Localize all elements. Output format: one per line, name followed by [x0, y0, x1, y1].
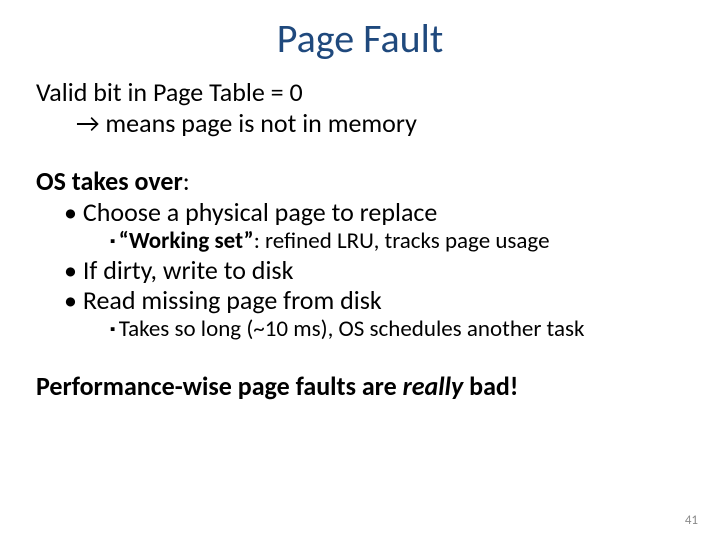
subbullet-list-1: “Working set”: refined LRU, tracks page …	[36, 228, 684, 255]
subbullet-working-set: “Working set”: refined LRU, tracks page …	[110, 228, 684, 255]
perf-really: really	[403, 370, 464, 402]
bullet-if-dirty: If dirty, write to disk	[64, 255, 684, 286]
line-valid-bit: Valid bit in Page Table = 0	[36, 77, 684, 108]
subbullet-takes-long: Takes so long (~10 ms), OS schedules ano…	[110, 316, 684, 343]
line-means: → means page is not in memory	[36, 108, 684, 139]
os-takes-over: OS takes over:	[36, 166, 684, 197]
perf-a: Performance-wise page faults are	[36, 370, 403, 402]
slide-title: Page Fault	[36, 14, 684, 63]
colon: :	[183, 165, 190, 197]
spacer-2	[36, 343, 684, 371]
bullet-list-1: Choose a physical page to replace	[36, 197, 684, 228]
spacer	[36, 138, 684, 166]
page-number: 41	[685, 513, 698, 528]
bullet-read-missing: Read missing page from disk	[64, 285, 684, 316]
slide-body: Valid bit in Page Table = 0 → means page…	[36, 77, 684, 402]
perf-c: bad!	[463, 370, 518, 402]
working-set-bold: “Working set”	[119, 227, 254, 255]
slide: Page Fault Valid bit in Page Table = 0 →…	[0, 0, 720, 540]
working-set-rest: : refined LRU, tracks page usage	[254, 227, 550, 255]
performance-line: Performance-wise page faults are really …	[36, 371, 684, 402]
bullet-choose-page: Choose a physical page to replace	[64, 197, 684, 228]
subbullet-list-2: Takes so long (~10 ms), OS schedules ano…	[36, 316, 684, 343]
bullet-list-2: If dirty, write to disk Read missing pag…	[36, 255, 684, 316]
os-takes-over-bold: OS takes over	[36, 165, 183, 197]
